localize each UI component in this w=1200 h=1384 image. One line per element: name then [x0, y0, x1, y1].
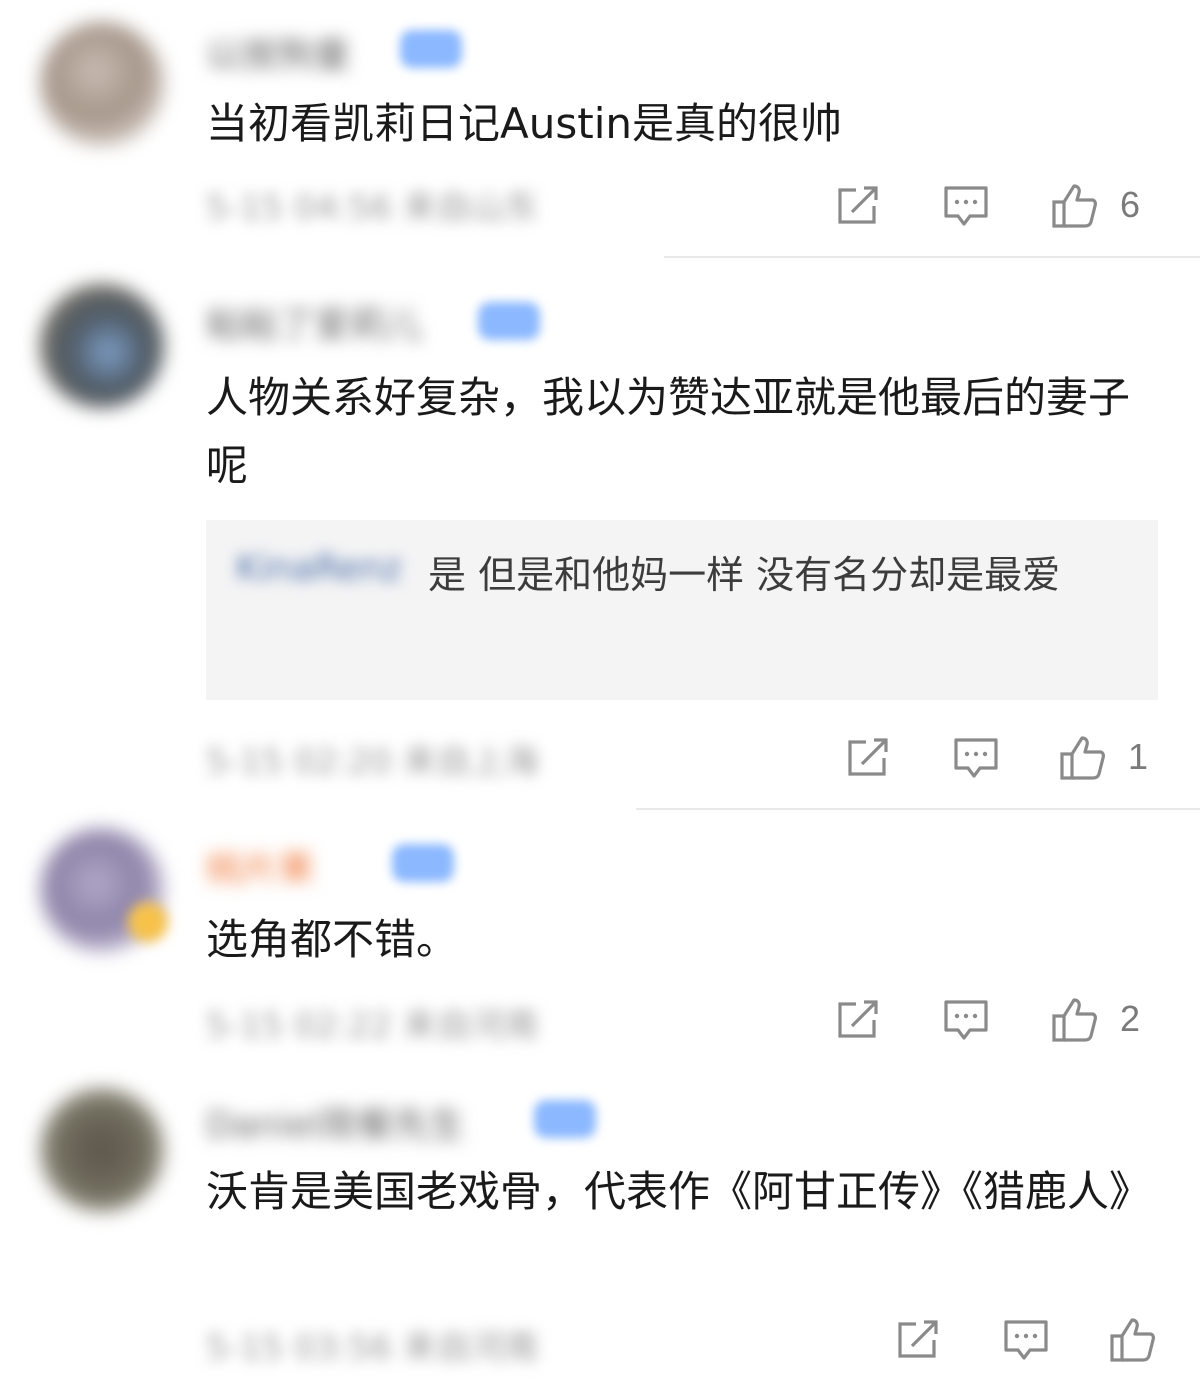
comment-icon	[944, 1000, 988, 1040]
like-button[interactable]	[1044, 176, 1104, 236]
comment-icon	[954, 738, 998, 778]
share-button[interactable]	[828, 176, 888, 236]
thumbs-up-icon	[1110, 1318, 1155, 1362]
comment-text: 当初看凯莉日记Austin是真的很帅	[206, 99, 842, 148]
comment-button[interactable]	[936, 176, 996, 236]
comment-button[interactable]	[996, 1310, 1056, 1370]
avatar[interactable]	[40, 22, 164, 146]
comment-meta: 5-15 02:20 来自上海	[206, 742, 539, 782]
comment-item: 粘粘了爱莉儿 人物关系好复杂，我以为赞达亚就是他最后的妻子呢 KinaRenz …	[0, 258, 1200, 810]
like-count: 6	[1120, 184, 1141, 225]
comment-item: 桃片果 选角都不错。 5-15 02:22 来自河南 2	[0, 810, 1200, 1072]
comment-meta: 5-15 02:22 来自河南	[206, 1006, 539, 1046]
share-icon	[838, 186, 878, 224]
action-bar: 2	[828, 990, 1158, 1050]
like-count: 1	[1128, 736, 1149, 777]
comment-button[interactable]	[936, 990, 996, 1050]
action-bar: 1	[838, 728, 1158, 788]
comment-meta: 5-15 03:56 来自河南	[206, 1328, 539, 1368]
reply-preview[interactable]: KinaRenz 是 但是和他妈一样 没有名分却是最爱	[206, 520, 1158, 700]
like-count: 2	[1120, 998, 1141, 1039]
avatar[interactable]	[40, 284, 164, 408]
comment-item: Daniel简餐先生 沃肯是美国老戏骨，代表作《阿甘正传》《猎鹿人》 5-15 …	[0, 1072, 1200, 1384]
username[interactable]: 桃片果	[206, 840, 314, 892]
avatar-badge	[128, 902, 168, 942]
comment-text: 沃肯是美国老戏骨，代表作《阿甘正传》《猎鹿人》	[206, 1167, 1152, 1216]
vip-badge	[534, 1100, 596, 1138]
thumbs-up-icon	[1052, 998, 1097, 1042]
action-bar	[888, 1310, 1158, 1370]
share-button[interactable]	[838, 728, 898, 788]
action-bar: 6	[828, 176, 1158, 236]
like-button[interactable]	[1102, 1310, 1162, 1370]
vip-badge	[400, 30, 462, 68]
thumbs-up-icon	[1060, 736, 1105, 780]
share-button[interactable]	[888, 1310, 948, 1370]
reply-text: 是 但是和他妈一样 没有名分却是最爱	[428, 553, 1061, 597]
comment-button[interactable]	[946, 728, 1006, 788]
share-icon	[848, 738, 888, 776]
vip-badge	[392, 844, 454, 882]
comment-meta: 5-15 04:56 来自山东	[206, 188, 539, 228]
share-icon	[898, 1320, 938, 1358]
username[interactable]: 粘粘了爱莉儿	[206, 296, 422, 348]
comment-icon	[1004, 1320, 1048, 1360]
share-icon	[838, 1000, 878, 1038]
comment-text: 选角都不错。	[206, 915, 459, 964]
share-button[interactable]	[828, 990, 888, 1050]
thumbs-up-icon	[1052, 184, 1097, 228]
like-button[interactable]	[1052, 728, 1112, 788]
username[interactable]: 以按狗童	[206, 26, 350, 78]
vip-badge	[478, 302, 540, 340]
comment-feed: 以按狗童 当初看凯莉日记Austin是真的很帅 5-15 04:56 来自山东 …	[0, 0, 1200, 1384]
comment-icon	[944, 186, 988, 226]
comment-item: 以按狗童 当初看凯莉日记Austin是真的很帅 5-15 04:56 来自山东 …	[0, 0, 1200, 258]
username[interactable]: Daniel简餐先生	[206, 1096, 465, 1148]
like-button[interactable]	[1044, 990, 1104, 1050]
comment-text: 人物关系好复杂，我以为赞达亚就是他最后的妻子呢	[206, 373, 1131, 490]
avatar[interactable]	[40, 1088, 164, 1212]
